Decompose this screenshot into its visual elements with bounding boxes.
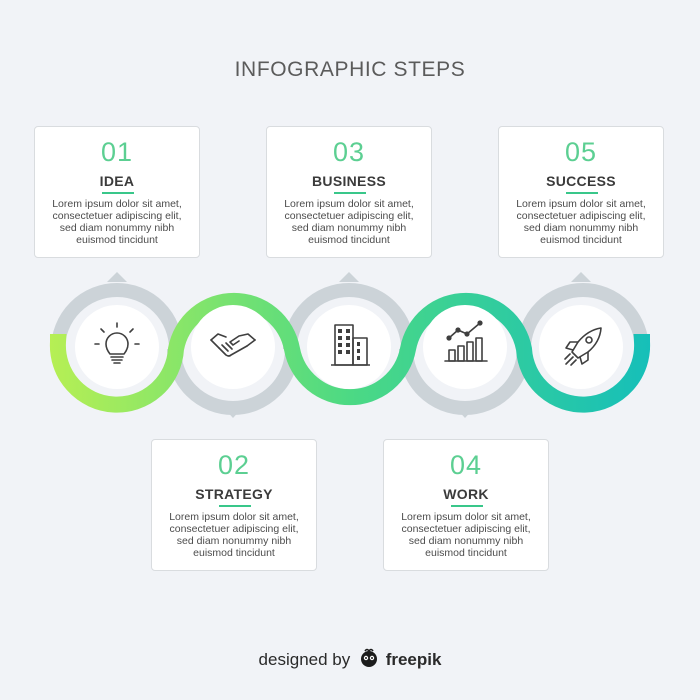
step-label: WORK: [443, 486, 489, 502]
step-number: 03: [332, 137, 366, 167]
credit-brand: freepik: [385, 650, 442, 669]
step-card-05: 05 SUCCESS Lorem ipsum dolor sit amet, c…: [498, 126, 664, 258]
label-underline: [334, 192, 366, 194]
description-line: euismod tincidunt: [193, 547, 275, 559]
step-card-03: 03 BUSINESS Lorem ipsum dolor sit amet, …: [266, 126, 432, 258]
description-line: sed diam nonummy nibh: [291, 222, 407, 234]
description-line: consectetuer adipiscing elit,: [169, 523, 299, 535]
step-number: 05: [564, 137, 598, 167]
step-description: Lorem ipsum dolor sit amet, consectetuer…: [392, 511, 540, 559]
description-line: Lorem ipsum dolor sit amet,: [52, 198, 182, 210]
description-line: sed diam nonummy nibh: [176, 535, 292, 547]
description-line: Lorem ipsum dolor sit amet,: [401, 511, 531, 523]
step-description: Lorem ipsum dolor sit amet, consectetuer…: [507, 198, 655, 246]
description-line: sed diam nonummy nibh: [523, 222, 639, 234]
label-underline: [566, 192, 598, 194]
step-card-04: 04 WORK Lorem ipsum dolor sit amet, cons…: [383, 439, 549, 571]
description-line: consectetuer adipiscing elit,: [516, 210, 646, 222]
description-line: consectetuer adipiscing elit,: [401, 523, 531, 535]
description-line: euismod tincidunt: [540, 234, 622, 246]
designer-credit: designed by freepik: [0, 648, 700, 673]
credit-prefix: designed by: [258, 650, 351, 669]
step-description: Lorem ipsum dolor sit amet, consectetuer…: [43, 198, 191, 246]
description-line: Lorem ipsum dolor sit amet,: [516, 198, 646, 210]
label-underline: [219, 505, 251, 507]
description-line: euismod tincidunt: [308, 234, 390, 246]
description-line: euismod tincidunt: [76, 234, 158, 246]
step-number: 01: [100, 137, 134, 167]
description-line: consectetuer adipiscing elit,: [284, 210, 414, 222]
step-label: STRATEGY: [195, 486, 273, 502]
description-line: consectetuer adipiscing elit,: [52, 210, 182, 222]
label-underline: [102, 192, 134, 194]
step-description: Lorem ipsum dolor sit amet, consectetuer…: [160, 511, 308, 559]
step-card-02: 02 STRATEGY Lorem ipsum dolor sit amet, …: [151, 439, 317, 571]
description-line: Lorem ipsum dolor sit amet,: [284, 198, 414, 210]
label-underline: [451, 505, 483, 507]
step-label: SUCCESS: [546, 173, 616, 189]
step-description: Lorem ipsum dolor sit amet, consectetuer…: [275, 198, 423, 246]
steps-wave-diagram: [49, 272, 651, 418]
description-line: euismod tincidunt: [425, 547, 507, 559]
step-card-01: 01 IDEA Lorem ipsum dolor sit amet, cons…: [34, 126, 200, 258]
freepik-logo-icon: [359, 648, 379, 673]
step-label: BUSINESS: [312, 173, 386, 189]
step-number: 02: [217, 450, 251, 480]
description-line: sed diam nonummy nibh: [59, 222, 175, 234]
step-label: IDEA: [99, 173, 135, 189]
step-number: 04: [449, 450, 483, 480]
description-line: Lorem ipsum dolor sit amet,: [169, 511, 299, 523]
description-line: sed diam nonummy nibh: [408, 535, 524, 547]
